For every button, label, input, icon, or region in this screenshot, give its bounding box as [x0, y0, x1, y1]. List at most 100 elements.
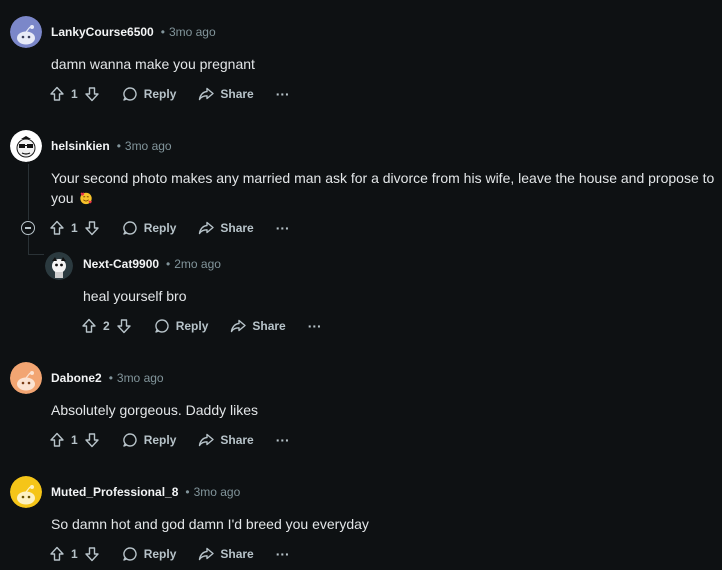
more-options-button[interactable]: ··· — [276, 78, 290, 110]
upvote-button[interactable] — [49, 538, 65, 570]
downvote-button[interactable] — [116, 310, 132, 342]
more-options-icon: ··· — [275, 220, 290, 236]
upvote-button[interactable] — [49, 212, 65, 244]
vote-count: 2 — [103, 319, 110, 333]
comment-meta: Dabone2 • 3mo ago — [51, 368, 164, 388]
separator-dot: • — [160, 25, 165, 39]
reply-button[interactable]: Reply — [122, 424, 177, 456]
reply-button[interactable]: Reply — [122, 78, 177, 110]
comment-meta: Muted_Professional_8 • 3mo ago — [51, 482, 240, 502]
comment-body: damn wanna make you pregnant — [51, 56, 255, 72]
share-button[interactable]: Share — [198, 424, 254, 456]
comment-body: Your second photo makes any married man … — [51, 168, 716, 208]
snoo-avatar-icon — [45, 252, 73, 280]
downvote-icon — [84, 87, 99, 102]
upvote-button[interactable] — [81, 310, 97, 342]
reply-label: Reply — [143, 87, 177, 101]
comment-actions: 1 Reply Share ··· — [49, 538, 290, 570]
upvote-icon — [50, 86, 64, 101]
timestamp[interactable]: 3mo ago — [169, 25, 216, 39]
share-label: Share — [252, 319, 286, 333]
more-options-button[interactable]: ··· — [276, 212, 290, 244]
separator-dot: • — [166, 257, 171, 271]
vote-count: 1 — [71, 433, 78, 447]
comment-actions: 1 Reply Share ··· — [49, 78, 290, 110]
downvote-icon — [84, 547, 99, 562]
reply-label: Reply — [175, 319, 209, 333]
avatar[interactable] — [10, 130, 42, 162]
share-icon — [199, 433, 215, 447]
more-options-icon: ··· — [275, 546, 290, 562]
share-button[interactable]: Share — [198, 538, 254, 570]
author-name[interactable]: helsinkien — [51, 139, 110, 153]
comment-actions: 2 Reply Share ··· — [81, 310, 322, 342]
share-label: Share — [220, 433, 254, 447]
more-options-button[interactable]: ··· — [276, 424, 290, 456]
comment-body: heal yourself bro — [83, 288, 187, 304]
comment: Dabone2 • 3mo ago Absolutely gorgeous. D… — [0, 362, 722, 472]
reply-button[interactable]: Reply — [154, 310, 209, 342]
avatar[interactable] — [45, 252, 73, 280]
vote-count: 1 — [71, 87, 78, 101]
reply-comment: Next-Cat9900 • 2mo ago heal yourself bro… — [0, 250, 722, 342]
snoo-avatar-icon — [10, 476, 42, 508]
comment-body: So damn hot and god damn I'd breed you e… — [51, 516, 369, 532]
share-button[interactable]: Share — [230, 310, 286, 342]
downvote-button[interactable] — [84, 78, 100, 110]
comment-meta: LankyCourse6500 • 3mo ago — [51, 22, 216, 42]
upvote-icon — [50, 432, 64, 447]
downvote-button[interactable] — [84, 212, 100, 244]
comment-actions: 1 Reply Share ··· — [49, 212, 290, 244]
upvote-button[interactable] — [49, 78, 65, 110]
upvote-icon — [50, 220, 64, 235]
comment-bubble-icon — [122, 221, 137, 235]
share-label: Share — [220, 221, 254, 235]
share-button[interactable]: Share — [198, 212, 254, 244]
timestamp[interactable]: 2mo ago — [174, 257, 221, 271]
share-icon — [199, 87, 215, 101]
comment-meta: Next-Cat9900 • 2mo ago — [83, 254, 221, 274]
comment-bubble-icon — [122, 433, 137, 447]
comment-body-text: Your second photo makes any married man … — [51, 170, 715, 206]
share-icon — [199, 221, 215, 235]
share-label: Share — [220, 87, 254, 101]
snoo-avatar-icon — [10, 362, 42, 394]
timestamp[interactable]: 3mo ago — [194, 485, 241, 499]
author-name[interactable]: Muted_Professional_8 — [51, 485, 178, 499]
reply-button[interactable]: Reply — [122, 212, 176, 244]
comment: helsinkien • 3mo ago Your second photo m… — [0, 130, 722, 240]
avatar[interactable] — [10, 16, 42, 48]
more-options-button[interactable]: ··· — [276, 538, 290, 570]
share-label: Share — [220, 547, 254, 561]
comment-body: Absolutely gorgeous. Daddy likes — [51, 402, 259, 418]
snoo-avatar-icon — [10, 16, 42, 48]
comment-thread: LankyCourse6500 • 3mo ago damn wanna mak… — [0, 0, 722, 570]
comment: Muted_Professional_8 • 3mo ago So damn h… — [0, 476, 722, 570]
comment: LankyCourse6500 • 3mo ago damn wanna mak… — [0, 16, 722, 126]
downvote-button[interactable] — [84, 424, 100, 456]
downvote-button[interactable] — [84, 538, 100, 570]
upvote-button[interactable] — [49, 424, 65, 456]
share-icon — [231, 319, 247, 333]
avatar[interactable] — [10, 476, 42, 508]
comment-bubble-icon — [154, 319, 169, 333]
comment-actions: 1 Reply Share ··· — [49, 424, 290, 456]
author-name[interactable]: Dabone2 — [51, 371, 102, 385]
timestamp[interactable]: 3mo ago — [125, 139, 172, 153]
share-button[interactable]: Share — [198, 78, 254, 110]
avatar[interactable] — [10, 362, 42, 394]
more-options-button[interactable]: ··· — [308, 310, 322, 342]
author-name[interactable]: Next-Cat9900 — [83, 257, 159, 271]
comment-bubble-icon — [122, 547, 137, 561]
reply-label: Reply — [143, 433, 177, 447]
reply-label: Reply — [143, 547, 177, 561]
downvote-icon — [116, 319, 131, 334]
author-name[interactable]: LankyCourse6500 — [51, 25, 154, 39]
smiling-face-with-hearts-icon — [80, 192, 93, 205]
timestamp[interactable]: 3mo ago — [117, 371, 164, 385]
downvote-icon — [84, 221, 99, 236]
separator-dot: • — [116, 139, 121, 153]
downvote-icon — [84, 433, 99, 448]
comment-meta: helsinkien • 3mo ago — [51, 136, 172, 156]
reply-button[interactable]: Reply — [122, 538, 177, 570]
